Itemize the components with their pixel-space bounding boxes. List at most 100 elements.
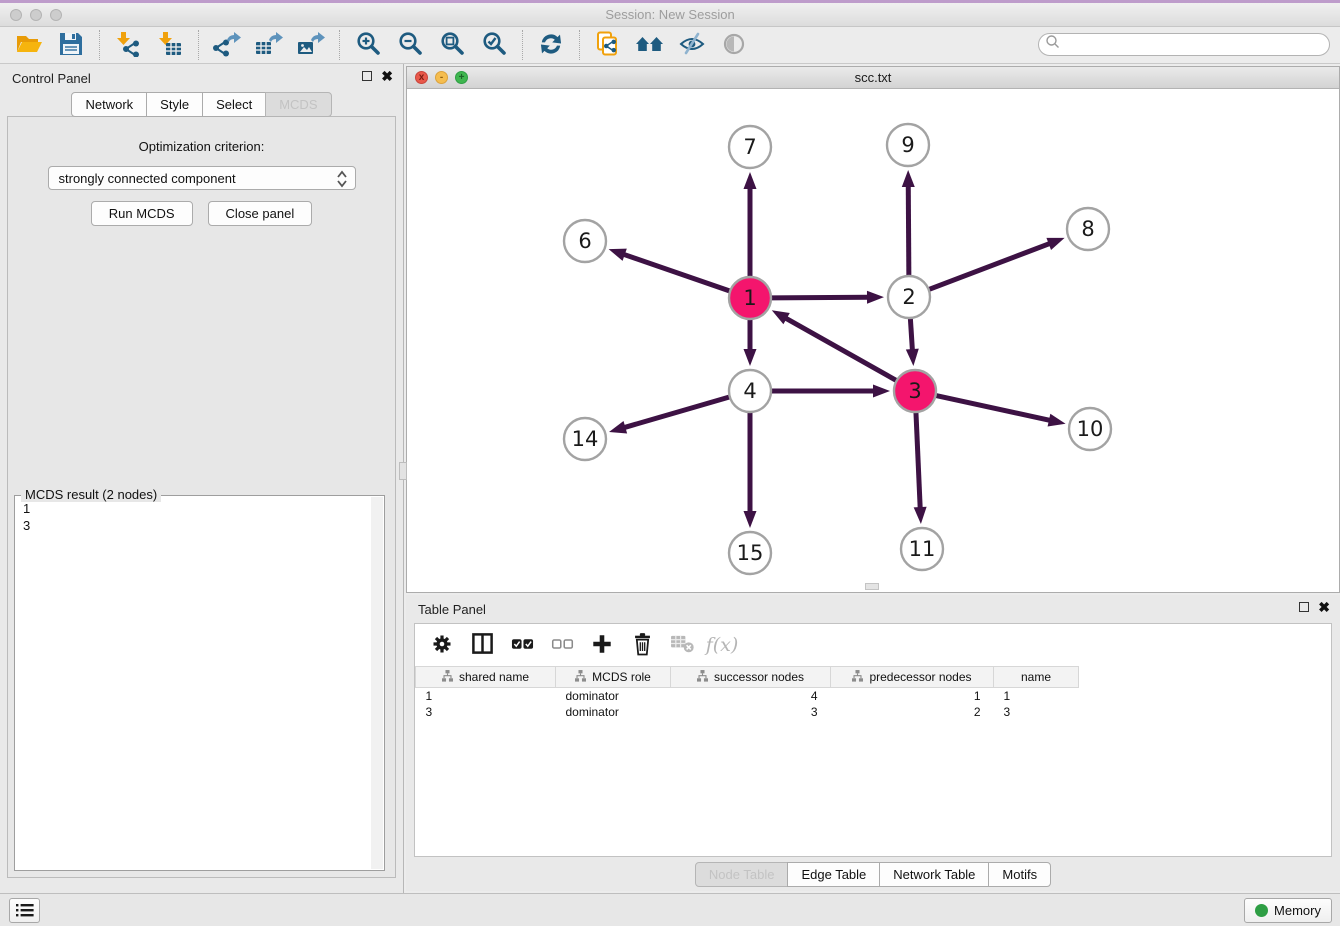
settings-button[interactable]: [429, 632, 455, 658]
table-panel: Table Panel ✖ f(x) shared nameMCDS roles…: [406, 595, 1340, 891]
vertical-splitter-handle[interactable]: [399, 462, 407, 480]
graph-edge-1-6[interactable]: [623, 254, 730, 291]
table-row[interactable]: 1dominator411: [416, 688, 1079, 704]
mcds-result-box: MCDS result (2 nodes) 13: [14, 495, 385, 871]
memory-button[interactable]: Memory: [1244, 898, 1332, 923]
tree-icon: [852, 670, 863, 685]
zoom-selected-button[interactable]: [473, 29, 515, 61]
fit-content-button[interactable]: [431, 29, 473, 61]
table-cell[interactable]: 1: [831, 688, 994, 704]
run-mcds-button[interactable]: Run MCDS: [91, 201, 193, 226]
tab-motifs[interactable]: Motifs: [988, 862, 1051, 887]
add-row-button[interactable]: [589, 632, 615, 658]
table-panel-title: Table Panel: [418, 602, 486, 617]
save-session-button[interactable]: [50, 29, 92, 61]
memory-status-icon: [1255, 904, 1268, 917]
toolbar-separator: [339, 30, 340, 60]
delete-row-button[interactable]: [629, 632, 655, 658]
column-header-predecessor-nodes[interactable]: predecessor nodes: [831, 667, 994, 688]
show-all-icon: [722, 32, 746, 59]
graph-node-label-3: 3: [908, 379, 921, 403]
zoom-in-button[interactable]: [347, 29, 389, 61]
open-session-button[interactable]: [8, 29, 50, 61]
graph-edge-2-9[interactable]: [908, 185, 909, 276]
show-all-button[interactable]: [713, 29, 755, 61]
delete-table-button[interactable]: [669, 632, 695, 658]
tab-network[interactable]: Network: [71, 92, 147, 117]
graph-edge-2-3[interactable]: [910, 318, 912, 351]
graph-edge-arrowhead: [1046, 238, 1064, 250]
first-neighbors-button[interactable]: [629, 29, 671, 61]
split-panel-icon: [471, 632, 494, 658]
zoom-out-button[interactable]: [389, 29, 431, 61]
search-box[interactable]: [1038, 33, 1330, 56]
close-panel-icon[interactable]: ✖: [381, 71, 393, 81]
function-builder-button[interactable]: f(x): [709, 632, 735, 658]
column-header-label: successor nodes: [714, 670, 804, 684]
column-header-shared-name[interactable]: shared name: [416, 667, 556, 688]
table-row[interactable]: 3dominator323: [416, 704, 1079, 720]
tab-network-table[interactable]: Network Table: [879, 862, 989, 887]
clone-network-icon: [595, 31, 621, 60]
import-table-button[interactable]: [149, 29, 191, 61]
zoom-in-icon: [356, 31, 381, 59]
split-panel-button[interactable]: [469, 632, 495, 658]
clone-network-button[interactable]: [587, 29, 629, 61]
export-table-button[interactable]: [248, 29, 290, 61]
export-network-button[interactable]: [206, 29, 248, 61]
hide-selected-button[interactable]: [671, 29, 713, 61]
graph-node-label-14: 14: [572, 427, 599, 451]
graph-edge-3-10[interactable]: [936, 395, 1051, 420]
table-cell[interactable]: 1: [994, 688, 1079, 704]
graph-edge-4-14[interactable]: [623, 397, 729, 428]
graph-edge-3-1[interactable]: [785, 318, 897, 381]
mcds-result-item: 3: [23, 517, 370, 534]
graph-edge-1-2[interactable]: [771, 297, 869, 298]
deselect-all-button[interactable]: [549, 632, 575, 658]
graph-node-label-7: 7: [743, 135, 756, 159]
tab-edge-table[interactable]: Edge Table: [787, 862, 880, 887]
column-header-successor-nodes[interactable]: successor nodes: [671, 667, 831, 688]
tab-node-table[interactable]: Node Table: [695, 862, 789, 887]
criterion-select[interactable]: strongly connected component: [48, 166, 356, 190]
column-header-MCDS-role[interactable]: MCDS role: [556, 667, 671, 688]
control-panel: Control Panel ✖ NetworkStyleSelectMCDS O…: [0, 64, 404, 893]
mcds-result-item: 1: [23, 500, 370, 517]
tab-mcds[interactable]: MCDS: [265, 92, 331, 117]
close-panel-button[interactable]: Close panel: [208, 201, 313, 226]
table-cell[interactable]: 2: [831, 704, 994, 720]
import-network-button[interactable]: [107, 29, 149, 61]
graph-edge-arrowhead: [906, 349, 919, 366]
search-input[interactable]: [1061, 36, 1329, 54]
tab-style[interactable]: Style: [146, 92, 203, 117]
apply-layout-button[interactable]: [530, 29, 572, 61]
table-cell[interactable]: dominator: [556, 688, 671, 704]
close-table-panel-icon[interactable]: ✖: [1318, 602, 1330, 612]
mcds-panel: Optimization criterion: strongly connect…: [7, 116, 396, 878]
node-table-header-row: shared nameMCDS role successor nodes prede…: [416, 667, 1079, 688]
canvas-resize-handle[interactable]: [865, 583, 879, 590]
table-cell[interactable]: 3: [416, 704, 556, 720]
tab-select[interactable]: Select: [202, 92, 266, 117]
toolbar-separator: [198, 30, 199, 60]
table-cell[interactable]: 4: [671, 688, 831, 704]
graph-edge-3-11[interactable]: [916, 412, 920, 509]
graph-edge-arrowhead: [609, 421, 627, 433]
graph-edge-2-8[interactable]: [929, 243, 1051, 289]
table-cell[interactable]: 1: [416, 688, 556, 704]
table-cell[interactable]: dominator: [556, 704, 671, 720]
export-image-button[interactable]: [290, 29, 332, 61]
float-table-panel-icon[interactable]: [1299, 602, 1309, 612]
float-panel-icon[interactable]: [362, 71, 372, 81]
select-all-button[interactable]: [509, 632, 535, 658]
network-canvas[interactable]: 7968124314101511: [407, 90, 1339, 593]
table-cell[interactable]: 3: [994, 704, 1079, 720]
mcds-result-scrollbar[interactable]: [371, 497, 383, 869]
network-window-titlebar[interactable]: x - + scc.txt: [407, 67, 1339, 89]
app-title: Session: New Session: [0, 7, 1340, 22]
graph-edge-arrowhead: [867, 291, 884, 304]
graph-node-label-4: 4: [743, 379, 756, 403]
column-header-name[interactable]: name: [994, 667, 1079, 688]
task-history-button[interactable]: [9, 898, 40, 923]
table-cell[interactable]: 3: [671, 704, 831, 720]
